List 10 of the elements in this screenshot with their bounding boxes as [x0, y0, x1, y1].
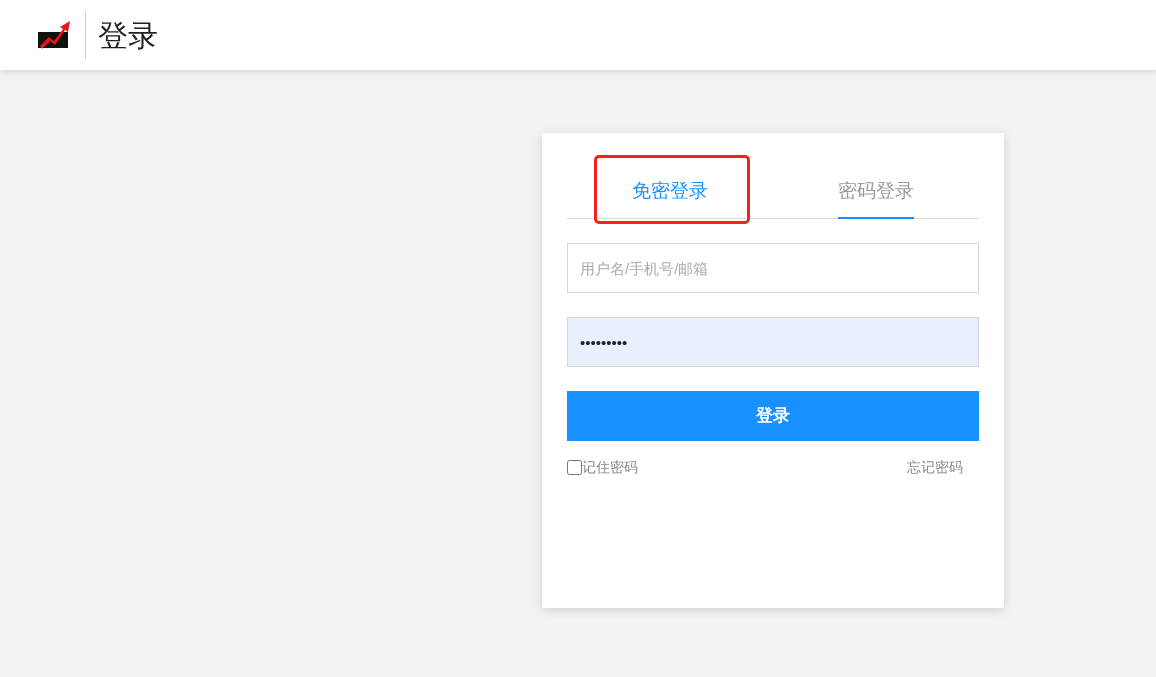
username-field[interactable]: 用户名/手机号/邮箱 [567, 243, 979, 293]
remember-label: 记住密码 [582, 458, 638, 477]
logo-icon [37, 20, 71, 50]
login-button[interactable]: 登录 [567, 391, 979, 441]
password-field[interactable]: ••••••••• [567, 317, 979, 367]
login-tab[interactable]: 免密登录 [632, 176, 708, 219]
forgot-password-link[interactable]: 忘记密码 [907, 457, 963, 478]
login-tab[interactable]: 密码登录 [838, 176, 914, 219]
remember-checkbox[interactable] [567, 460, 582, 475]
page-title: 登录 [98, 17, 158, 54]
